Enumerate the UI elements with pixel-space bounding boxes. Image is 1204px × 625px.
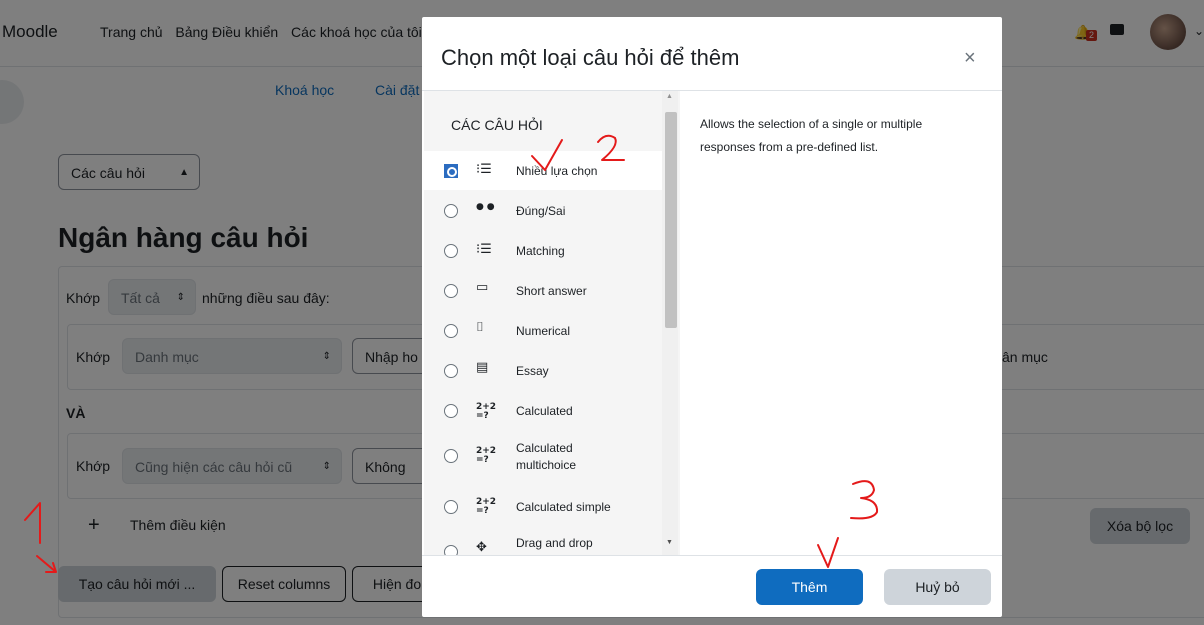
question-type-truefalse[interactable]: ● ● Đúng/Sai bbox=[424, 191, 662, 230]
question-type-label: Drag and drop bbox=[516, 536, 593, 550]
draganddrop-icon: ✥ bbox=[476, 540, 487, 555]
question-type-label: Calculated bbox=[516, 404, 573, 418]
question-type-description: Allows the selection of a single or mult… bbox=[700, 117, 923, 154]
question-type-label: Calculated multichoice bbox=[516, 441, 577, 472]
question-type-calculatedsimple[interactable]: 2+2 =? Calculated simple bbox=[424, 487, 662, 526]
radio-button[interactable] bbox=[444, 500, 458, 514]
question-type-label: Matching bbox=[516, 244, 565, 258]
modal-title: Chọn một loại câu hỏi để thêm bbox=[441, 45, 740, 70]
multichoice-icon: ⁝☰ bbox=[476, 162, 492, 177]
calculatedmulti-icon: 2+2 =? bbox=[476, 446, 497, 465]
question-type-matching[interactable]: ⁝☰ Matching bbox=[424, 231, 662, 270]
add-button[interactable]: Thêm bbox=[756, 569, 863, 605]
radio-button[interactable] bbox=[444, 204, 458, 218]
radio-button[interactable] bbox=[444, 244, 458, 258]
radio-button[interactable] bbox=[444, 545, 458, 555]
question-type-label: Short answer bbox=[516, 284, 587, 298]
question-type-label: Calculated simple bbox=[516, 500, 611, 514]
radio-button[interactable] bbox=[444, 404, 458, 418]
essay-icon: ▤ bbox=[476, 360, 489, 375]
scroll-up-icon[interactable]: ▲ bbox=[666, 93, 673, 100]
calculatedsimple-icon: 2+2 =? bbox=[476, 497, 497, 516]
radio-button[interactable] bbox=[444, 284, 458, 298]
radio-button[interactable] bbox=[444, 364, 458, 378]
truefalse-icon: ● ● bbox=[476, 202, 495, 212]
radio-button[interactable] bbox=[444, 324, 458, 338]
list-scrollbar-thumb[interactable] bbox=[665, 112, 677, 328]
question-type-label: Essay bbox=[516, 364, 549, 378]
scroll-down-icon[interactable]: ▼ bbox=[666, 539, 673, 546]
radio-button[interactable] bbox=[444, 449, 458, 463]
question-type-numerical[interactable]: ⌷ Numerical bbox=[424, 311, 662, 350]
question-type-label: Numerical bbox=[516, 324, 571, 338]
matching-icon: ⁝☰ bbox=[476, 242, 492, 257]
question-type-shortanswer[interactable]: ▭ Short answer bbox=[424, 271, 662, 310]
close-icon[interactable]: × bbox=[964, 47, 976, 70]
question-type-calculated[interactable]: 2+2 =? Calculated bbox=[424, 391, 662, 430]
question-type-essay[interactable]: ▤ Essay bbox=[424, 351, 662, 390]
question-type-draganddrop[interactable]: ✥ Drag and drop bbox=[424, 527, 662, 555]
question-type-calculatedmulti[interactable]: 2+2 =? Calculated multichoice bbox=[424, 431, 662, 479]
question-type-label: Đúng/Sai bbox=[516, 204, 566, 218]
radio-selected[interactable] bbox=[444, 164, 458, 178]
numerical-icon: ⌷ bbox=[476, 320, 484, 335]
shortanswer-icon: ▭ bbox=[476, 280, 489, 295]
cancel-button[interactable]: Huỷ bỏ bbox=[884, 569, 991, 605]
question-type-label: Nhiều lựa chọn bbox=[516, 164, 598, 178]
calculated-icon: 2+2 =? bbox=[476, 402, 497, 421]
modal-header: Chọn một loại câu hỏi để thêm × bbox=[422, 17, 1002, 91]
question-type-multichoice[interactable]: ⁝☰ Nhiều lựa chọn bbox=[424, 151, 662, 190]
question-type-modal: Chọn một loại câu hỏi để thêm × ▲ ▼ CÁC … bbox=[422, 17, 1002, 617]
section-heading: CÁC CÂU HỎI bbox=[451, 117, 543, 133]
